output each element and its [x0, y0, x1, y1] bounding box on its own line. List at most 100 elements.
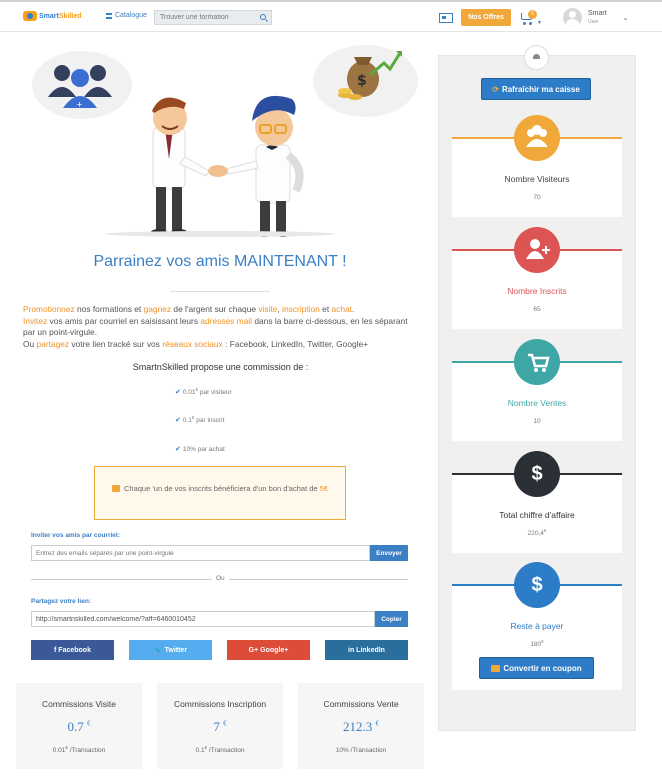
- avatar: [563, 8, 582, 27]
- convert-coupon-button[interactable]: Convertir en coupon: [479, 657, 594, 679]
- chevron-down-icon[interactable]: ⌄: [623, 14, 629, 22]
- businessman-right: [225, 95, 304, 237]
- intro-text: votre lien tracké sur vos: [69, 338, 163, 349]
- intro-signup: inscription: [282, 304, 320, 314]
- businessman-left: [151, 97, 210, 235]
- search-input[interactable]: [155, 11, 255, 24]
- catalogue-label: Catalogue: [115, 12, 147, 19]
- intro-invite: Invitez: [23, 315, 48, 326]
- commission-item: ✔ 10% par achat: [175, 444, 225, 453]
- intro-text: Ou: [23, 338, 37, 349]
- dollar-icon: $: [514, 562, 560, 608]
- intro-text: nos formations et: [74, 304, 144, 314]
- intro-text: vos amis par courriel en saisissant leur…: [47, 315, 201, 326]
- list-icon: [106, 12, 112, 19]
- gift-user-icon: [111, 485, 120, 492]
- title-divider: [170, 291, 270, 292]
- logo-text-accent: Skilled: [58, 12, 82, 20]
- user-plus-icon: [514, 227, 560, 273]
- handshake-illustration: + $: [48, 51, 402, 237]
- svg-text:$: $: [357, 73, 367, 89]
- intro-promote: Promotionnez: [23, 304, 75, 314]
- refresh-balance-button[interactable]: ⟳ Rafraîchir ma caisse: [481, 78, 591, 100]
- sidebar-stat-title: Nombre Ventes: [507, 398, 567, 408]
- voucher-text: Chaque 'un de vos inscrits bénéficiera d…: [123, 484, 320, 493]
- sidebar-stat-title: Total chiffre d'affaire: [499, 510, 575, 520]
- refresh-icon: ⟳: [492, 84, 499, 94]
- catalogue-link[interactable]: Catalogue: [106, 12, 147, 19]
- stat-title: Commissions Vente: [323, 699, 399, 709]
- commission-value: 0.1: [182, 417, 192, 425]
- copy-button[interactable]: Copier: [375, 611, 408, 627]
- users-icon: [514, 115, 560, 161]
- commission-text: par inscrit: [194, 417, 225, 425]
- logo-mark-icon: [23, 11, 37, 21]
- stat-card-signups: Commissions Inscription 7 € 0.1€ /Transa…: [157, 683, 283, 769]
- commission-item: ✔ 0.1€ par inscrit: [175, 415, 224, 424]
- ground-shadow: [105, 231, 335, 237]
- commission-text: par achat: [195, 446, 225, 454]
- tag-icon: [491, 664, 501, 672]
- intro-text: .: [351, 304, 355, 314]
- commission-title: SmartnSkilled propose une commission de …: [132, 362, 309, 372]
- voucher-amount: 5€: [319, 484, 329, 493]
- search-icon[interactable]: [260, 14, 266, 20]
- stat-title: Commissions Visite: [41, 699, 116, 709]
- user-role: User: [588, 18, 599, 25]
- sidebar-stat-title: Nombre Visiteurs: [504, 174, 570, 184]
- send-button[interactable]: Envoyer: [370, 545, 408, 561]
- users-group-icon: +: [48, 65, 112, 109]
- stat-detail: 10% /Transaction: [335, 747, 387, 755]
- dollar-icon: $: [514, 451, 560, 497]
- intro-text: : Facebook, LinkedIn, Twitter, Google+: [222, 338, 369, 349]
- facebook-share-button[interactable]: f Facebook: [31, 640, 114, 660]
- offers-button[interactable]: Nos Offres: [461, 9, 511, 26]
- commission-item: ✔ 0.01€ par visiteur: [175, 387, 232, 396]
- sidebar-stat-value: 10: [533, 418, 541, 426]
- user-menu[interactable]: Smart User ⌄: [563, 8, 629, 27]
- intro-purchase: achat: [331, 304, 352, 314]
- twitter-share-button[interactable]: 🐦 Twitter: [129, 640, 212, 660]
- stat-title: Commissions Inscription: [173, 699, 267, 709]
- stat-value: 212.3 €: [343, 719, 379, 734]
- referral-illustration: + $: [30, 45, 418, 245]
- intro-emails: adresses mail: [200, 315, 253, 326]
- page-title: Parrainez vos amis MAINTENANT !: [93, 253, 347, 270]
- check-icon: ✔: [175, 389, 181, 397]
- check-icon: ✔: [175, 446, 181, 454]
- intro-paragraph: Promotionnez nos formations et gagnez de…: [23, 304, 418, 350]
- stat-detail: 0.1€ /Transaction: [195, 745, 245, 755]
- top-navbar: SmartSkilled Catalogue Nos Offres 0 ▾ Sm…: [0, 0, 662, 32]
- cart-count-badge: 0: [528, 10, 537, 19]
- sidebar-stat-title: Nombre Inscrits: [507, 286, 567, 296]
- intro-gain: gagnez: [143, 304, 172, 314]
- stat-card-visits: Commissions Visite 0.7 € 0.01€ /Transact…: [16, 683, 142, 769]
- share-label: Partagez votre lien:: [31, 598, 91, 605]
- user-name: Smart: [588, 9, 607, 17]
- or-label: Ou: [212, 575, 229, 582]
- money-bag-icon: $: [338, 51, 402, 100]
- stat-value: 7 €: [213, 719, 227, 734]
- newspaper-icon[interactable]: [439, 13, 453, 23]
- check-icon: ✔: [175, 417, 181, 425]
- voucher-notice: Chaque 'un de vos inscrits bénéficiera d…: [94, 466, 346, 520]
- commission-value: 0.01: [182, 389, 196, 397]
- commission-value: 10%: [182, 446, 196, 454]
- intro-text: et: [319, 304, 332, 314]
- sidebar-stat-value: 180€: [530, 639, 544, 649]
- dashboard-gauge-icon: [524, 45, 549, 70]
- cart-caret-icon[interactable]: ▾: [538, 19, 541, 26]
- cart-icon: [514, 339, 560, 385]
- site-logo[interactable]: SmartSkilled: [23, 11, 81, 21]
- sidebar-stat-value: 65: [533, 306, 541, 314]
- linkedin-share-button[interactable]: in LinkedIn: [325, 640, 408, 660]
- google-share-button[interactable]: G+ Google+: [227, 640, 310, 660]
- share-link-field[interactable]: [31, 611, 375, 627]
- search-box: [154, 10, 272, 25]
- sidebar-stat-value: 220,4€: [527, 528, 547, 538]
- intro-share: partagez: [36, 338, 70, 349]
- email-input[interactable]: [31, 545, 370, 561]
- sidebar-stat-value: 70: [533, 194, 541, 202]
- invite-label: Inviter vos amis par courriel:: [31, 532, 120, 539]
- commission-text: par visiteur: [198, 389, 232, 397]
